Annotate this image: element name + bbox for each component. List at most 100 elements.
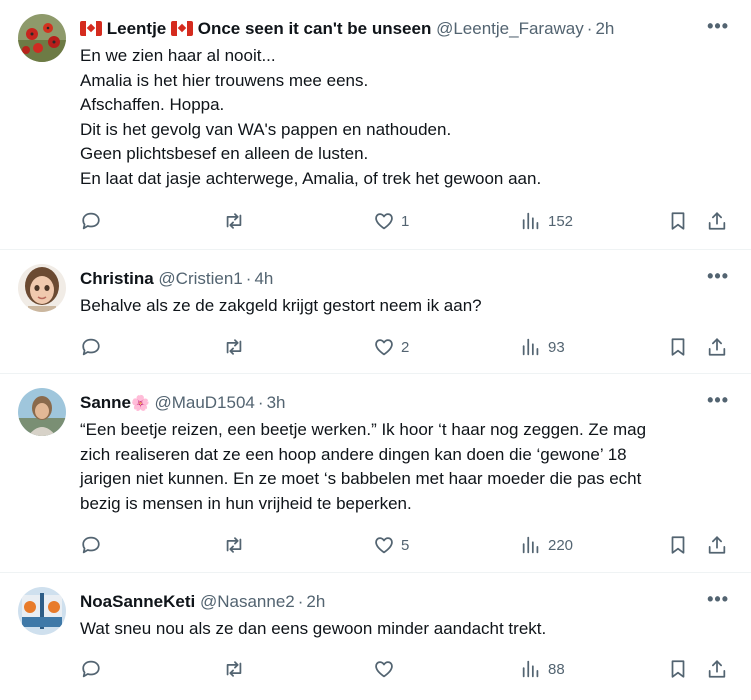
display-name[interactable]: Leentje bbox=[107, 19, 167, 38]
reply-button[interactable] bbox=[80, 208, 102, 234]
display-name-suffix[interactable]: Once seen it can't be unseen bbox=[198, 19, 432, 38]
user-handle[interactable]: @Nasanne2 bbox=[200, 592, 295, 611]
tweet-text-line: Geen plichtsbesef en alleen de lusten. bbox=[80, 144, 369, 163]
tweet-text-line: jarigen niet kunnen. En ze moet ‘s babbe… bbox=[80, 469, 642, 488]
tweet-text: “Een beetje reizen, een beetje werken.” … bbox=[80, 418, 730, 516]
more-options-button[interactable]: ••• bbox=[707, 266, 729, 287]
reply-icon bbox=[82, 536, 100, 554]
tweet-header: Leentje Once seen it can't be unseen @Le… bbox=[80, 18, 731, 40]
like-button[interactable]: 5 bbox=[373, 532, 409, 558]
tweet-actions: 1 152 bbox=[80, 208, 730, 234]
like-button[interactable] bbox=[373, 656, 401, 682]
heart-icon bbox=[375, 339, 393, 356]
share-button[interactable] bbox=[706, 656, 728, 682]
share-button[interactable] bbox=[706, 334, 728, 360]
bookmark-button[interactable] bbox=[667, 208, 689, 234]
like-count: 1 bbox=[401, 212, 410, 230]
tweet-header: Christina @Cristien1 · 4h bbox=[80, 268, 731, 290]
canada-flag-icon bbox=[171, 21, 193, 36]
more-options-button[interactable]: ••• bbox=[707, 589, 729, 610]
view-count: 220 bbox=[548, 536, 574, 554]
heart-icon bbox=[375, 213, 393, 230]
analytics-icon bbox=[522, 536, 539, 554]
tweet-actions: 88 bbox=[80, 656, 730, 682]
tweet-text: En we zien haar al nooit... Amalia is he… bbox=[80, 44, 730, 191]
bookmark-button[interactable] bbox=[667, 656, 689, 682]
repost-icon bbox=[226, 213, 242, 229]
reply-button[interactable] bbox=[80, 656, 102, 682]
tweet-text-line: Dit is het gevolg van WA's pappen en nat… bbox=[80, 119, 452, 139]
views-button[interactable]: 88 bbox=[520, 656, 565, 682]
separator-dot: · bbox=[297, 592, 304, 611]
avatar[interactable] bbox=[18, 587, 66, 635]
user-handle[interactable]: @Cristien1 bbox=[158, 269, 242, 288]
repost-button[interactable] bbox=[223, 208, 245, 234]
reply-button[interactable] bbox=[80, 532, 102, 558]
more-options-button[interactable]: ••• bbox=[707, 390, 729, 411]
tweet-text-line: “Een beetje reizen, een beetje werken.” … bbox=[80, 420, 647, 439]
user-handle[interactable]: @MauD1504 bbox=[154, 393, 254, 412]
view-count: 93 bbox=[548, 338, 565, 356]
tweet-text-line: Behalve als ze de zakgeld krijgt gestort… bbox=[80, 296, 482, 315]
timestamp[interactable]: 2h bbox=[595, 19, 614, 38]
repost-button[interactable] bbox=[223, 656, 245, 682]
analytics-icon bbox=[522, 660, 539, 678]
bookmark-button[interactable] bbox=[667, 532, 689, 558]
tweet-text-line: zich realiseren dat ze een hoop andere d… bbox=[80, 444, 627, 464]
display-name[interactable]: NoaSanneKeti bbox=[80, 592, 195, 611]
views-button[interactable]: 152 bbox=[520, 208, 573, 234]
tweet-text: Behalve als ze de zakgeld krijgt gestort… bbox=[80, 294, 730, 319]
analytics-icon bbox=[522, 212, 539, 230]
tweet-text: Wat sneu nou als ze dan eens gewoon mind… bbox=[80, 617, 730, 642]
more-options-button[interactable]: ••• bbox=[707, 16, 729, 37]
heart-icon bbox=[375, 537, 393, 554]
separator-dot: · bbox=[586, 19, 593, 38]
share-icon bbox=[708, 536, 726, 554]
display-name[interactable]: Sanne bbox=[80, 393, 131, 412]
reply-icon bbox=[82, 338, 100, 356]
views-button[interactable]: 220 bbox=[520, 532, 573, 558]
reply-button[interactable] bbox=[80, 334, 102, 360]
avatar[interactable] bbox=[18, 14, 66, 62]
tweet-text-line: Wat sneu nou als ze dan eens gewoon mind… bbox=[80, 619, 547, 638]
like-button[interactable]: 1 bbox=[373, 208, 409, 234]
share-button[interactable] bbox=[706, 208, 728, 234]
repost-icon bbox=[226, 537, 242, 553]
display-name[interactable]: Christina bbox=[80, 269, 154, 288]
like-button[interactable]: 2 bbox=[373, 334, 409, 360]
avatar[interactable] bbox=[18, 388, 66, 436]
like-count: 5 bbox=[401, 536, 410, 554]
bookmark-icon bbox=[671, 212, 685, 230]
views-button[interactable]: 93 bbox=[520, 334, 565, 360]
share-icon bbox=[708, 338, 726, 356]
tweet-text-line: Amalia is het hier trouwens mee eens. bbox=[80, 70, 369, 90]
repost-button[interactable] bbox=[223, 532, 245, 558]
share-icon bbox=[708, 212, 726, 230]
timestamp[interactable]: 2h bbox=[306, 592, 325, 611]
tweet-text-line: bezig is mensen in hun vrijheid te beper… bbox=[80, 493, 412, 513]
repost-icon bbox=[226, 339, 242, 355]
tweet-header: Sanne🌸 @MauD1504 · 3h bbox=[80, 392, 731, 414]
canada-flag-icon bbox=[80, 21, 102, 36]
reply-icon bbox=[82, 660, 100, 678]
tweet-3[interactable]: Sanne🌸 @MauD1504 · 3h ••• “Een beetje reiz… bbox=[0, 374, 751, 573]
flower-emoji-icon: 🌸 bbox=[131, 395, 150, 412]
timestamp[interactable]: 3h bbox=[267, 393, 286, 412]
reply-icon bbox=[82, 212, 100, 230]
timestamp[interactable]: 4h bbox=[254, 269, 273, 288]
heart-icon bbox=[375, 661, 393, 678]
view-count: 152 bbox=[548, 212, 574, 230]
tweet-header: NoaSanneKeti @Nasanne2 · 2h bbox=[80, 591, 731, 613]
repost-button[interactable] bbox=[223, 334, 245, 360]
avatar[interactable] bbox=[18, 264, 66, 312]
separator-dot: · bbox=[245, 269, 252, 288]
bookmark-button[interactable] bbox=[667, 334, 689, 360]
tweet-text-line: En we zien haar al nooit... bbox=[80, 46, 276, 65]
user-handle[interactable]: @Leentje_Faraway bbox=[436, 19, 584, 38]
tweet-2[interactable]: Christina @Cristien1 · 4h ••• Behalve als … bbox=[0, 250, 751, 374]
bookmark-icon bbox=[671, 536, 685, 554]
tweet-4[interactable]: NoaSanneKeti @Nasanne2 · 2h ••• Wat sneu n… bbox=[0, 573, 751, 700]
share-button[interactable] bbox=[706, 532, 728, 558]
tweet-1[interactable]: Leentje Once seen it can't be unseen @Le… bbox=[0, 0, 751, 250]
bookmark-icon bbox=[671, 660, 685, 678]
